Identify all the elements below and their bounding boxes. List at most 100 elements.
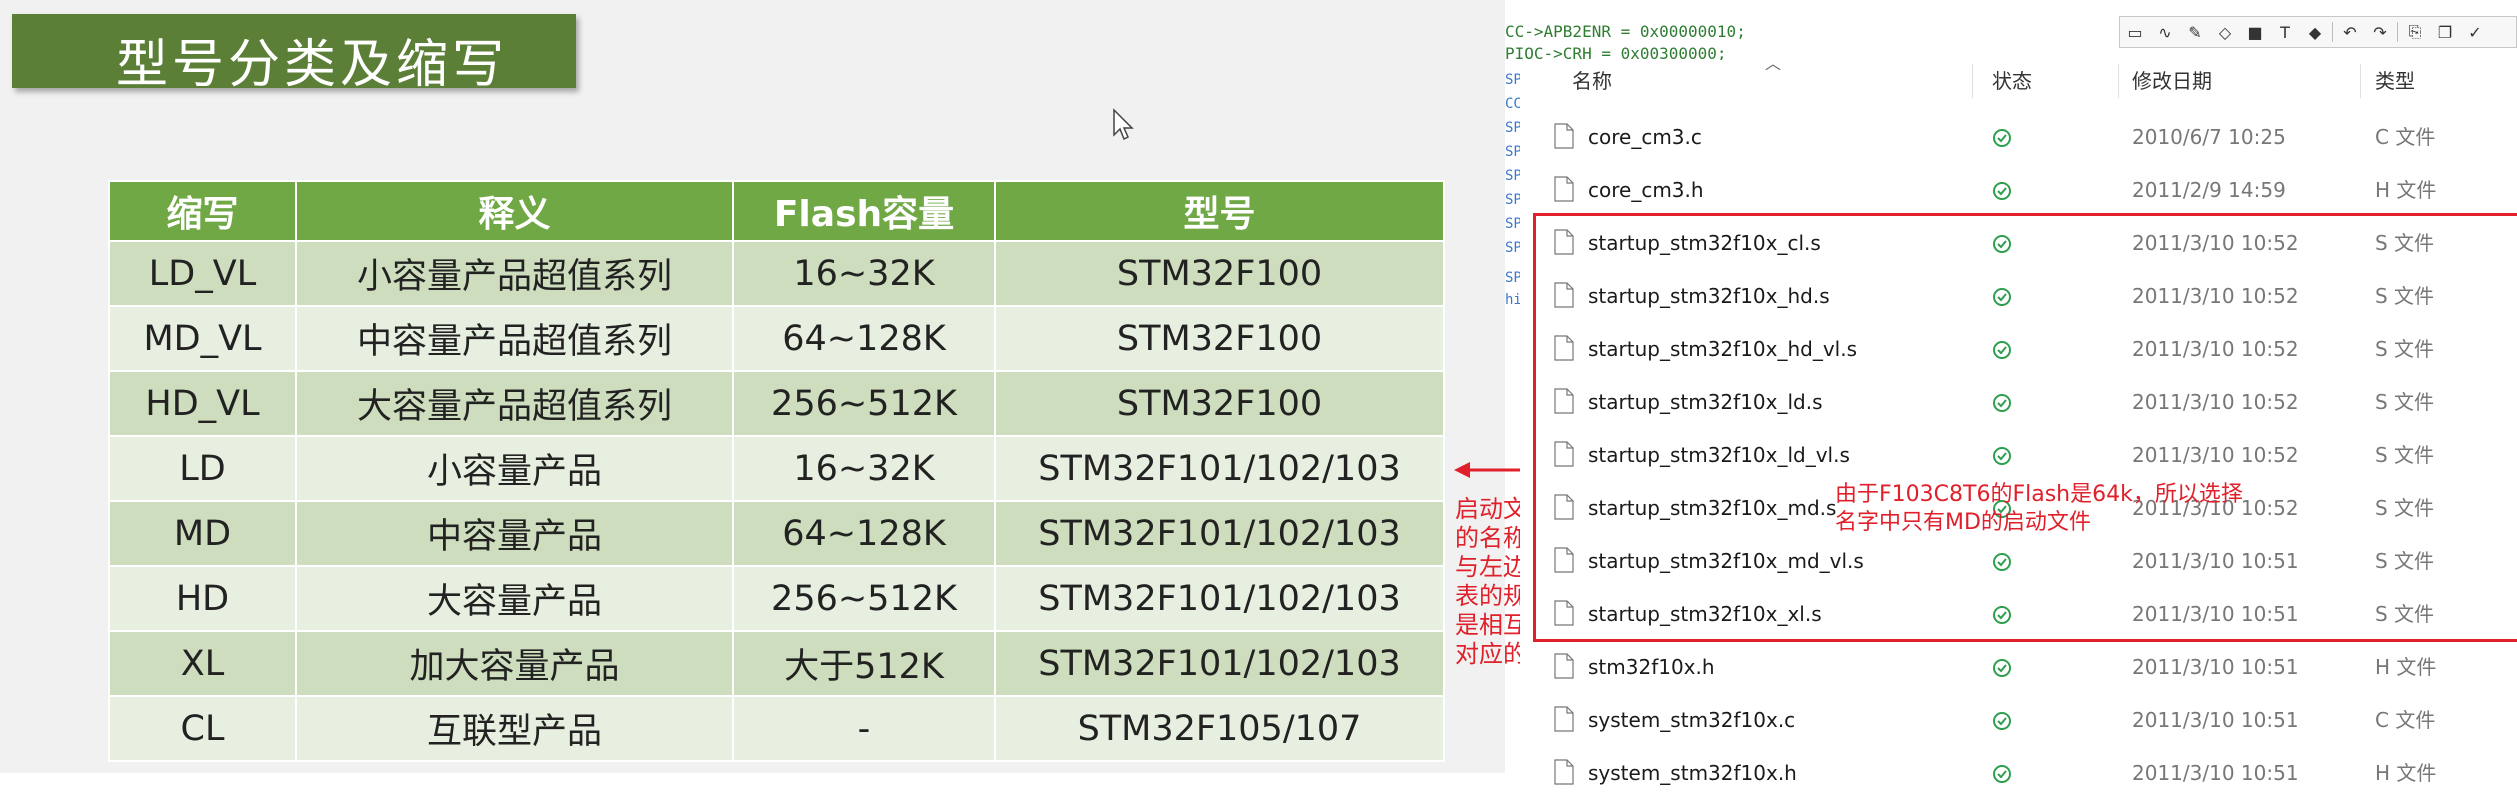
cell-flash: 256~512K <box>732 370 996 437</box>
cell-model: STM32F105/107 <box>994 695 1445 762</box>
file-name: core_cm3.h <box>1588 178 1704 202</box>
file-icon <box>1554 547 1574 573</box>
file-type: H 文件 <box>2375 178 2437 202</box>
annotation-left-line: 对应的 <box>1455 640 1527 668</box>
cell-flash: 64~128K <box>732 500 996 567</box>
file-date: 2011/3/10 10:52 <box>2132 443 2299 467</box>
file-icon <box>1554 229 1574 255</box>
column-divider[interactable] <box>1972 64 1973 98</box>
file-row[interactable]: stm32f10x.h 2011/3/10 10:51 H 文件 <box>1520 641 2517 694</box>
header-abbr: 缩写 <box>108 180 297 242</box>
cell-meaning: 小容量产品 <box>295 435 734 502</box>
file-row[interactable]: core_cm3.h 2011/2/9 14:59 H 文件 <box>1520 164 2517 217</box>
red-arrow-left-icon <box>1454 462 1522 478</box>
cell-flash: 大于512K <box>732 630 996 697</box>
table-row: CL 互联型产品 - STM32F105/107 <box>108 695 1445 762</box>
sync-status-icon <box>1993 129 2011 147</box>
file-type: C 文件 <box>2375 708 2436 732</box>
save-icon[interactable]: ⎘ <box>2400 18 2430 46</box>
cell-model: STM32F100 <box>994 240 1445 307</box>
file-row[interactable]: startup_stm32f10x_hd_vl.s 2011/3/10 10:52… <box>1520 323 2517 376</box>
file-row[interactable]: core_cm3.c 2010/6/7 10:25 C 文件 <box>1520 111 2517 164</box>
model-classification-table: 缩写 释义 Flash容量 型号 LD_VL 小容量产品超值系列 16~32K STM… <box>108 180 1445 762</box>
cell-flash: 16~32K <box>732 240 996 307</box>
text-tool-icon[interactable]: T <box>2270 18 2300 46</box>
mosaic-tool-icon[interactable]: ■ <box>2240 18 2270 46</box>
file-icon <box>1554 653 1574 679</box>
file-icon <box>1554 441 1574 467</box>
annotation-left-line: 的名称 <box>1455 524 1527 552</box>
file-type: S 文件 <box>2375 443 2435 467</box>
chevron-up-icon[interactable]: ︿ <box>1765 50 1781 74</box>
annotation-right-line-2: 名字中只有MD的启动文件 <box>1835 510 2091 535</box>
eraser-tool-icon[interactable]: ◆ <box>2300 18 2330 46</box>
file-row[interactable]: system_stm32f10x.h 2011/3/10 10:51 H 文件 <box>1520 747 2517 800</box>
file-icon <box>1554 759 1574 785</box>
column-divider[interactable] <box>2118 64 2119 98</box>
confirm-icon[interactable]: ✓ <box>2460 18 2490 46</box>
cell-meaning: 中容量产品超值系列 <box>295 305 734 372</box>
curve-tool-icon[interactable]: ∿ <box>2150 18 2180 46</box>
file-row[interactable]: startup_stm32f10x_ld.s 2011/3/10 10:52 S 文… <box>1520 376 2517 429</box>
cell-flash: 16~32K <box>732 435 996 502</box>
file-row[interactable]: startup_stm32f10x_md_vl.s 2011/3/10 10:51… <box>1520 535 2517 588</box>
redo-icon[interactable]: ↷ <box>2365 18 2395 46</box>
file-type: S 文件 <box>2375 284 2435 308</box>
cell-flash: 256~512K <box>732 565 996 632</box>
file-icon <box>1554 600 1574 626</box>
sync-status-icon <box>1993 182 2011 200</box>
file-date: 2011/3/10 10:51 <box>2132 761 2299 785</box>
table-row: LD 小容量产品 16~32K STM32F101/102/103 <box>108 435 1445 502</box>
file-type: S 文件 <box>2375 496 2435 520</box>
file-row[interactable]: startup_stm32f10x_xl.s 2011/3/10 10:51 S 文… <box>1520 588 2517 641</box>
file-type: C 文件 <box>2375 125 2436 149</box>
file-type: S 文件 <box>2375 390 2435 414</box>
column-status[interactable]: 状态 <box>1992 60 2032 102</box>
file-type: S 文件 <box>2375 231 2435 255</box>
table-row: MD_VL 中容量产品超值系列 64~128K STM32F100 <box>108 305 1445 372</box>
code-line-1: CC->APB2ENR = 0x00000010; <box>1505 22 1746 41</box>
annotation-left-line: 表的规则 <box>1455 582 1551 610</box>
file-icon <box>1554 176 1574 202</box>
file-type: S 文件 <box>2375 337 2435 361</box>
file-date: 2011/3/10 10:51 <box>2132 602 2299 626</box>
file-date: 2011/3/10 10:51 <box>2132 549 2299 573</box>
file-row[interactable]: startup_stm32f10x_ld_vl.s 2011/3/10 10:52… <box>1520 429 2517 482</box>
annotation-left: 启动文件 的名称 与左边 表的规则 是相互 对应的 <box>1455 495 1551 669</box>
cell-model: STM32F101/102/103 <box>994 630 1445 697</box>
file-row[interactable]: startup_stm32f10x_hd.s 2011/3/10 10:52 S 文… <box>1520 270 2517 323</box>
annotation-toolbar: ▭ ∿ ✎ ◇ ■ T ◆ ↶ ↷ ⎘ ❐ ✓ <box>2119 16 2517 48</box>
cell-meaning: 大容量产品超值系列 <box>295 370 734 437</box>
file-icon <box>1554 282 1574 308</box>
file-name: startup_stm32f10x_md.s <box>1588 496 1837 520</box>
highlighter-tool-icon[interactable]: ◇ <box>2210 18 2240 46</box>
column-divider[interactable] <box>2360 64 2361 98</box>
column-date-modified[interactable]: 修改日期 <box>2132 60 2212 102</box>
file-date: 2011/3/10 10:52 <box>2132 231 2299 255</box>
file-type: H 文件 <box>2375 761 2437 785</box>
file-date: 2011/3/10 10:51 <box>2132 655 2299 679</box>
sync-status-icon <box>1993 606 2011 624</box>
table-row: HD 大容量产品 256~512K STM32F101/102/103 <box>108 565 1445 632</box>
cell-meaning: 中容量产品 <box>295 500 734 567</box>
table-row: XL 加大容量产品 大于512K STM32F101/102/103 <box>108 630 1445 697</box>
file-type: S 文件 <box>2375 602 2435 626</box>
table-row: LD_VL 小容量产品超值系列 16~32K STM32F100 <box>108 240 1445 307</box>
rectangle-tool-icon[interactable]: ▭ <box>2120 18 2150 46</box>
pen-tool-icon[interactable]: ✎ <box>2180 18 2210 46</box>
toolbar-separator <box>2397 22 2398 42</box>
file-row[interactable]: system_stm32f10x.c 2011/3/10 10:51 C 文件 <box>1520 694 2517 747</box>
table-header-row: 缩写 释义 Flash容量 型号 <box>108 180 1445 242</box>
header-flash: Flash容量 <box>732 180 996 242</box>
file-name: startup_stm32f10x_md_vl.s <box>1588 549 1864 573</box>
copy-icon[interactable]: ❐ <box>2430 18 2460 46</box>
table-row: HD_VL 大容量产品超值系列 256~512K STM32F100 <box>108 370 1445 437</box>
column-name[interactable]: 名称 <box>1572 60 1612 102</box>
explorer-header: 名称 状态 修改日期 类型 <box>1520 60 2517 102</box>
file-icon <box>1554 706 1574 732</box>
file-row[interactable]: startup_stm32f10x_cl.s 2011/3/10 10:52 S 文… <box>1520 217 2517 270</box>
undo-icon[interactable]: ↶ <box>2335 18 2365 46</box>
file-name: core_cm3.c <box>1588 125 1702 149</box>
sync-status-icon <box>1993 553 2011 571</box>
column-type[interactable]: 类型 <box>2375 60 2415 102</box>
